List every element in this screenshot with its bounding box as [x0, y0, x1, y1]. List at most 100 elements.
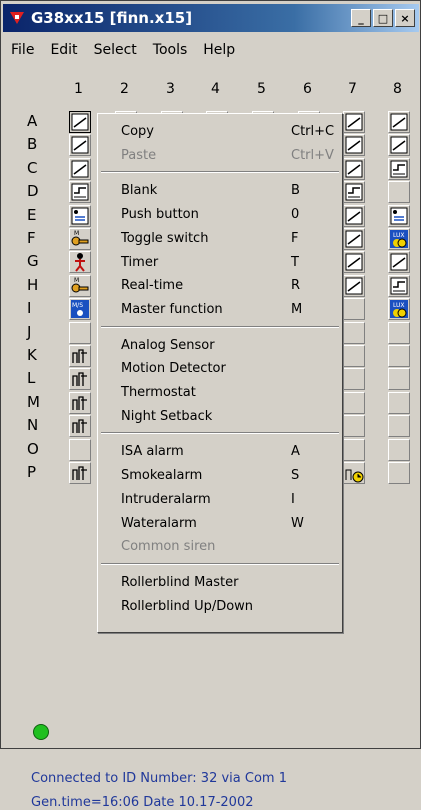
- sw2-module-icon: [390, 277, 408, 295]
- module-cell-P1[interactable]: [69, 462, 91, 484]
- module-cell-F7[interactable]: [343, 228, 365, 250]
- column-header-3: 3: [166, 81, 175, 97]
- module-cell-F8[interactable]: LUX: [388, 228, 410, 250]
- column-header-7: 7: [348, 81, 357, 97]
- lux-module-icon: LUX: [390, 300, 408, 319]
- menu-item-rollerblind-up-down[interactable]: Rollerblind Up/Down: [98, 597, 338, 617]
- menu-separator: [101, 562, 339, 565]
- window-title: G38xx15 [finn.x15]: [31, 9, 193, 27]
- menu-edit[interactable]: Edit: [42, 42, 85, 58]
- module-cell-C8[interactable]: [388, 157, 410, 180]
- module-cell-N7[interactable]: [343, 415, 365, 438]
- menu-item-motion-detector[interactable]: Motion Detector: [98, 359, 338, 379]
- module-cell-E7[interactable]: [343, 204, 365, 227]
- module-cell-C7[interactable]: [343, 157, 365, 180]
- menu-item-wateralarm[interactable]: Wateralarm W: [98, 514, 338, 534]
- module-cell-B8[interactable]: [388, 134, 410, 157]
- ms-module-icon: M/S: [71, 300, 89, 319]
- menu-item-shortcut: T: [291, 254, 299, 270]
- menu-help[interactable]: Help: [195, 42, 243, 58]
- title-bar[interactable]: G38xx15 [finn.x15] _ □ ×: [3, 4, 419, 32]
- module-cell-N8[interactable]: [388, 415, 410, 438]
- svg-text:M/S: M/S: [72, 302, 83, 309]
- module-cell-I7[interactable]: [343, 298, 365, 321]
- module-cell-L7[interactable]: [343, 368, 365, 391]
- menu-item-smokealarm[interactable]: Smokealarm S: [98, 466, 338, 486]
- column-header-4: 4: [211, 81, 220, 97]
- module-cell-L8[interactable]: [388, 368, 410, 391]
- module-cell-J7[interactable]: [343, 321, 365, 344]
- menu-item-rollerblind-master[interactable]: Rollerblind Master: [98, 573, 338, 593]
- module-cell-E8[interactable]: [388, 204, 410, 227]
- menu-item-real-time[interactable]: Real-time R: [98, 276, 338, 296]
- sw-module-icon: [345, 207, 363, 225]
- svg-text:LUX: LUX: [393, 232, 405, 239]
- module-cell-O1[interactable]: [69, 438, 91, 461]
- module-cell-M7[interactable]: [343, 391, 365, 414]
- menu-tools[interactable]: Tools: [145, 42, 196, 58]
- module-cell-N1[interactable]: [69, 415, 91, 438]
- minimize-button[interactable]: _: [351, 9, 371, 27]
- menu-item-analog-sensor[interactable]: Analog Sensor: [98, 336, 338, 356]
- row-header-B: B: [27, 135, 38, 154]
- module-cell-P8[interactable]: [388, 462, 410, 484]
- row-header-F: F: [27, 229, 36, 247]
- app-logo-icon: [9, 10, 25, 26]
- module-cell-K8[interactable]: [388, 345, 410, 367]
- menu-item-blank[interactable]: Blank B: [98, 181, 338, 201]
- module-cell-D1[interactable]: [69, 181, 91, 204]
- menu-item-paste[interactable]: Paste Ctrl+V: [98, 146, 338, 166]
- sw-module-icon: [71, 160, 89, 178]
- module-cell-B1[interactable]: [69, 134, 91, 157]
- module-cell-D7[interactable]: [343, 181, 365, 204]
- menu-item-master-function[interactable]: Master function M: [98, 300, 338, 320]
- menu-item-thermostat[interactable]: Thermostat: [98, 383, 338, 403]
- menu-item-intruderalarm[interactable]: Intruderalarm I: [98, 490, 338, 510]
- module-cell-M8[interactable]: [388, 391, 410, 414]
- module-cell-O7[interactable]: [343, 438, 365, 461]
- module-cell-F1[interactable]: M: [69, 228, 91, 250]
- menu-separator: [101, 325, 339, 328]
- menu-item-shortcut: F: [291, 230, 299, 246]
- module-cell-B7[interactable]: [343, 134, 365, 157]
- module-cell-A8[interactable]: [388, 111, 410, 133]
- module-cell-A7[interactable]: [343, 111, 365, 133]
- maximize-button[interactable]: □: [373, 9, 393, 27]
- menu-item-shortcut: I: [291, 491, 295, 507]
- svg-text:M: M: [74, 230, 79, 237]
- module-cell-I8[interactable]: LUX: [388, 298, 410, 321]
- module-cell-H7[interactable]: [343, 274, 365, 297]
- row-header-M: M: [27, 392, 40, 411]
- module-cell-K1[interactable]: [69, 345, 91, 367]
- module-cell-I1[interactable]: M/S: [69, 298, 91, 321]
- module-cell-E1[interactable]: [69, 204, 91, 227]
- menu-item-push-button[interactable]: Push button 0: [98, 205, 338, 225]
- module-cell-M1[interactable]: [69, 391, 91, 414]
- module-cell-J8[interactable]: [388, 321, 410, 344]
- menu-item-copy[interactable]: Copy Ctrl+C: [98, 122, 338, 142]
- close-button[interactable]: ×: [395, 9, 415, 27]
- menu-item-shortcut: Ctrl+C: [291, 124, 335, 139]
- menu-item-common-siren[interactable]: Common siren: [98, 537, 338, 557]
- module-cell-L1[interactable]: [69, 368, 91, 391]
- module-cell-A1[interactable]: [69, 111, 91, 133]
- menu-item-toggle-switch[interactable]: Toggle switch F: [98, 229, 338, 249]
- module-cell-K7[interactable]: [343, 345, 365, 367]
- module-cell-G7[interactable]: [343, 251, 365, 274]
- menu-item-night-setback[interactable]: Night Setback: [98, 407, 338, 427]
- module-cell-H1[interactable]: M: [69, 274, 91, 297]
- module-cell-G1[interactable]: [69, 251, 91, 274]
- module-cell-D8[interactable]: [388, 181, 410, 204]
- tm-module-icon: [72, 466, 87, 480]
- menu-file[interactable]: File: [3, 42, 42, 58]
- menu-item-timer[interactable]: Timer T: [98, 253, 338, 273]
- module-cell-O8[interactable]: [388, 438, 410, 461]
- module-cell-H8[interactable]: [388, 274, 410, 297]
- module-cell-J1[interactable]: [69, 321, 91, 344]
- menu-select[interactable]: Select: [86, 42, 145, 58]
- sw-module-icon: [71, 136, 89, 154]
- module-cell-C1[interactable]: [69, 157, 91, 180]
- module-cell-P7[interactable]: [343, 462, 365, 484]
- menu-item-isa-alarm[interactable]: ISA alarm A: [98, 442, 338, 462]
- module-cell-G8[interactable]: [388, 251, 410, 274]
